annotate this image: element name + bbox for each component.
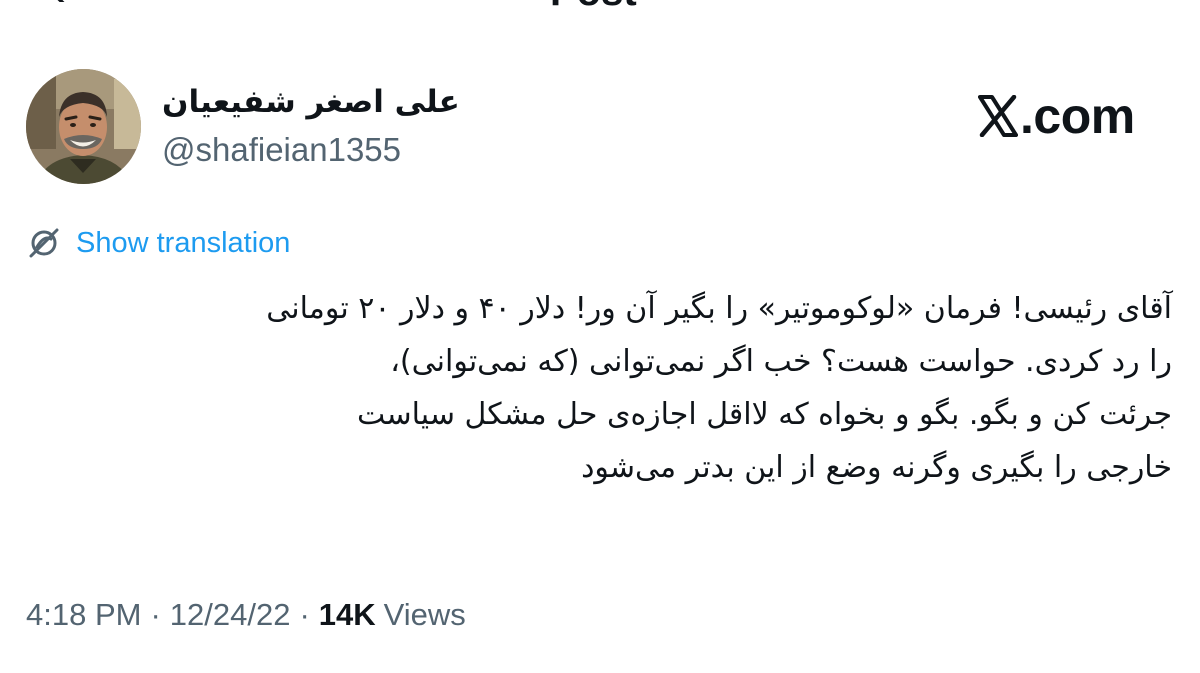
avatar-photo xyxy=(26,69,141,184)
watermark-text: .com xyxy=(1020,88,1135,144)
tweet-line: را رد کردی. حواست هست؟ خب اگر نمی‌توانی … xyxy=(390,344,1172,379)
page-title: Post xyxy=(550,0,637,12)
avatar[interactable] xyxy=(26,69,141,184)
tweet-line: آقای رئیسی! فرمان «لوکوموتیر» را بگیر آن… xyxy=(266,291,1172,326)
tweet-line: خارجی را بگیری وگرنه وضع از این بدتر می‌… xyxy=(581,450,1172,485)
views-label: Views xyxy=(383,597,466,632)
x-com-watermark: .com xyxy=(978,88,1135,144)
meta-separator: · xyxy=(299,597,310,632)
meta-separator: · xyxy=(150,597,161,632)
x-logo-icon xyxy=(978,95,1018,137)
author-handle[interactable]: @shafieian1355 xyxy=(162,128,401,172)
show-translation-label: Show translation xyxy=(76,227,291,259)
back-arrow-icon[interactable] xyxy=(44,0,74,2)
tweet-time[interactable]: 4:18 PM xyxy=(26,597,141,633)
author-display-name[interactable]: علی اصغر شفیعیان xyxy=(162,80,460,124)
tweet-text: آقای رئیسی! فرمان «لوکوموتیر» را بگیر آن… xyxy=(26,282,1172,494)
show-translation-button[interactable]: Show translation xyxy=(26,222,290,264)
tweet-line: جرئت کن و بگو. بگو و بخواه که لااقل اجاز… xyxy=(357,397,1172,432)
tweet-date[interactable]: 12/24/22 xyxy=(170,597,291,633)
views-count: 14K xyxy=(318,597,376,632)
tweet-meta: 4:18 PM · 12/24/22 · 14K Views xyxy=(26,592,466,638)
top-header: Post xyxy=(0,0,1200,12)
translate-globe-icon xyxy=(29,228,59,258)
